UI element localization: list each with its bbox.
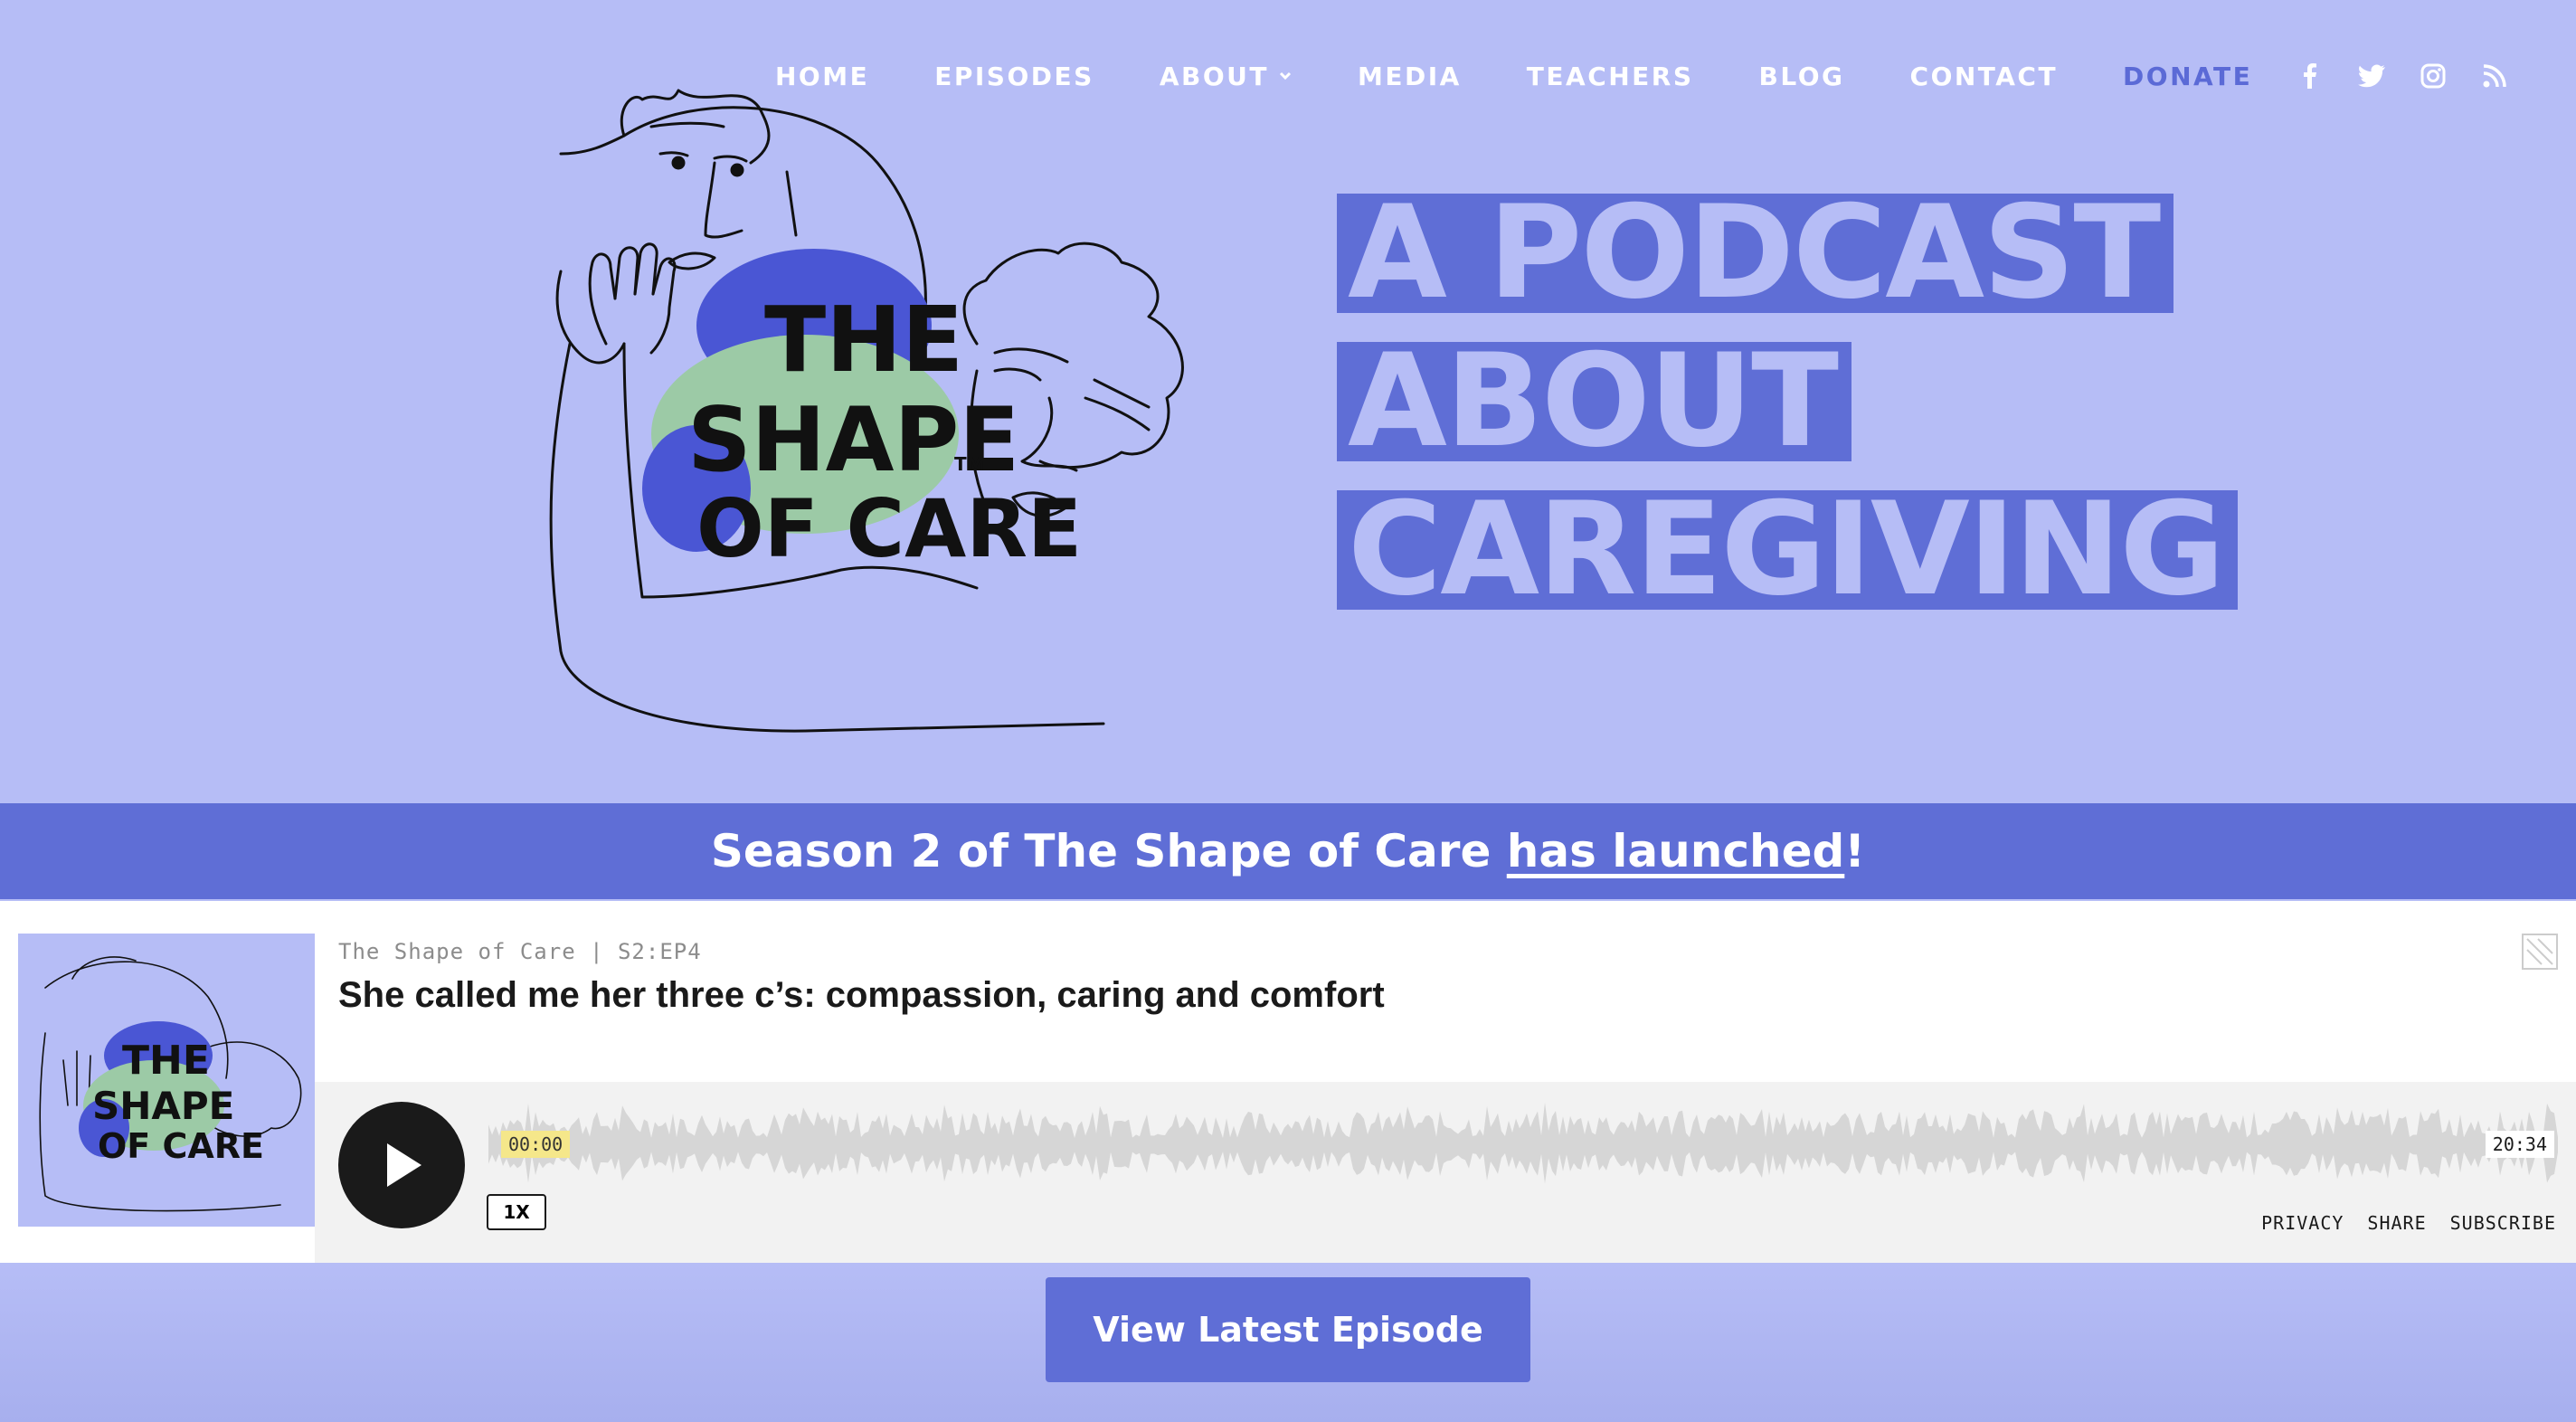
- privacy-link[interactable]: PRIVACY: [2261, 1212, 2344, 1234]
- instagram-icon[interactable]: [2419, 62, 2448, 90]
- cover-text-of-care: OF CARE: [98, 1126, 264, 1166]
- social-links: [2296, 62, 2542, 90]
- episode-meta: The Shape of Care | S2:EP4 She called me…: [338, 939, 1385, 1016]
- chevron-down-icon: [1279, 71, 1292, 81]
- twitter-icon[interactable]: [2357, 62, 2386, 90]
- headline-line-2: ABOUT: [1337, 337, 1852, 466]
- view-latest-episode-button[interactable]: View Latest Episode: [1046, 1277, 1530, 1382]
- audio-waveform[interactable]: [488, 1100, 2560, 1190]
- headline-line-3: CAREGIVING: [1337, 486, 2238, 614]
- cover-text-the: THE: [122, 1038, 210, 1084]
- banner-launch-link[interactable]: has launched: [1507, 825, 1845, 877]
- nav-about[interactable]: ABOUT: [1160, 62, 1293, 91]
- nav-blog[interactable]: BLOG: [1759, 62, 1845, 91]
- episode-cover-art: THE SHAPE OF CARE: [18, 934, 315, 1227]
- cover-text-shape: SHAPE: [92, 1084, 234, 1128]
- hero-headline: A PODCAST ABOUT CAREGIVING: [1337, 189, 2238, 639]
- rss-icon[interactable]: [2480, 62, 2509, 90]
- player-logo-icon[interactable]: [2522, 934, 2558, 970]
- nav-donate[interactable]: DONATE: [2123, 62, 2252, 91]
- banner-text: Season 2 of The Shape of Care: [710, 825, 1507, 877]
- player-controls: 00:00 20:34 1X PRIVACY SHARE SUBSCRIBE: [315, 1082, 2576, 1263]
- shape-of-care-logo[interactable]: THE SHAPE OF CARE TM: [534, 72, 1302, 742]
- headline-line-1: A PODCAST: [1337, 189, 2174, 318]
- banner-suffix: !: [1844, 825, 1866, 877]
- main-nav: HOME EPISODES ABOUT MEDIA TEACHERS BLOG …: [775, 56, 2576, 96]
- episode-player: THE SHAPE OF CARE The Shape of Care | S2…: [0, 901, 2576, 1263]
- cta-section: View Latest Episode: [0, 1263, 2576, 1422]
- nav-home[interactable]: HOME: [775, 62, 869, 91]
- nav-media[interactable]: MEDIA: [1358, 62, 1462, 91]
- logo-tm: TM: [954, 453, 985, 475]
- play-icon: [387, 1143, 421, 1187]
- episode-title[interactable]: She called me her three c’s: compassion,…: [338, 975, 1385, 1016]
- play-button[interactable]: [338, 1102, 465, 1228]
- subscribe-link[interactable]: SUBSCRIBE: [2450, 1212, 2556, 1234]
- nav-teachers[interactable]: TEACHERS: [1527, 62, 1694, 91]
- playback-speed-button[interactable]: 1X: [487, 1194, 546, 1230]
- logo-text-shape: SHAPE: [687, 389, 1019, 492]
- share-link[interactable]: SHARE: [2367, 1212, 2426, 1234]
- player-footer-links: PRIVACY SHARE SUBSCRIBE: [2238, 1212, 2556, 1234]
- nav-contact[interactable]: CONTACT: [1910, 62, 2059, 91]
- current-time: 00:00: [501, 1131, 571, 1158]
- nav-episodes[interactable]: EPISODES: [934, 62, 1094, 91]
- waveform-shape: [488, 1102, 2558, 1184]
- episode-show-line: The Shape of Care | S2:EP4: [338, 939, 702, 964]
- nav-about-label: ABOUT: [1159, 61, 1269, 91]
- facebook-icon[interactable]: [2296, 62, 2325, 90]
- hero-section: THE SHAPE OF CARE TM HOME EPISODES ABOUT…: [0, 0, 2576, 803]
- total-duration: 20:34: [2485, 1131, 2554, 1158]
- logo-text-of-care: OF CARE: [696, 482, 1082, 575]
- season-announcement-banner: Season 2 of The Shape of Care has launch…: [0, 803, 2576, 899]
- logo-text-the: THE: [764, 287, 963, 393]
